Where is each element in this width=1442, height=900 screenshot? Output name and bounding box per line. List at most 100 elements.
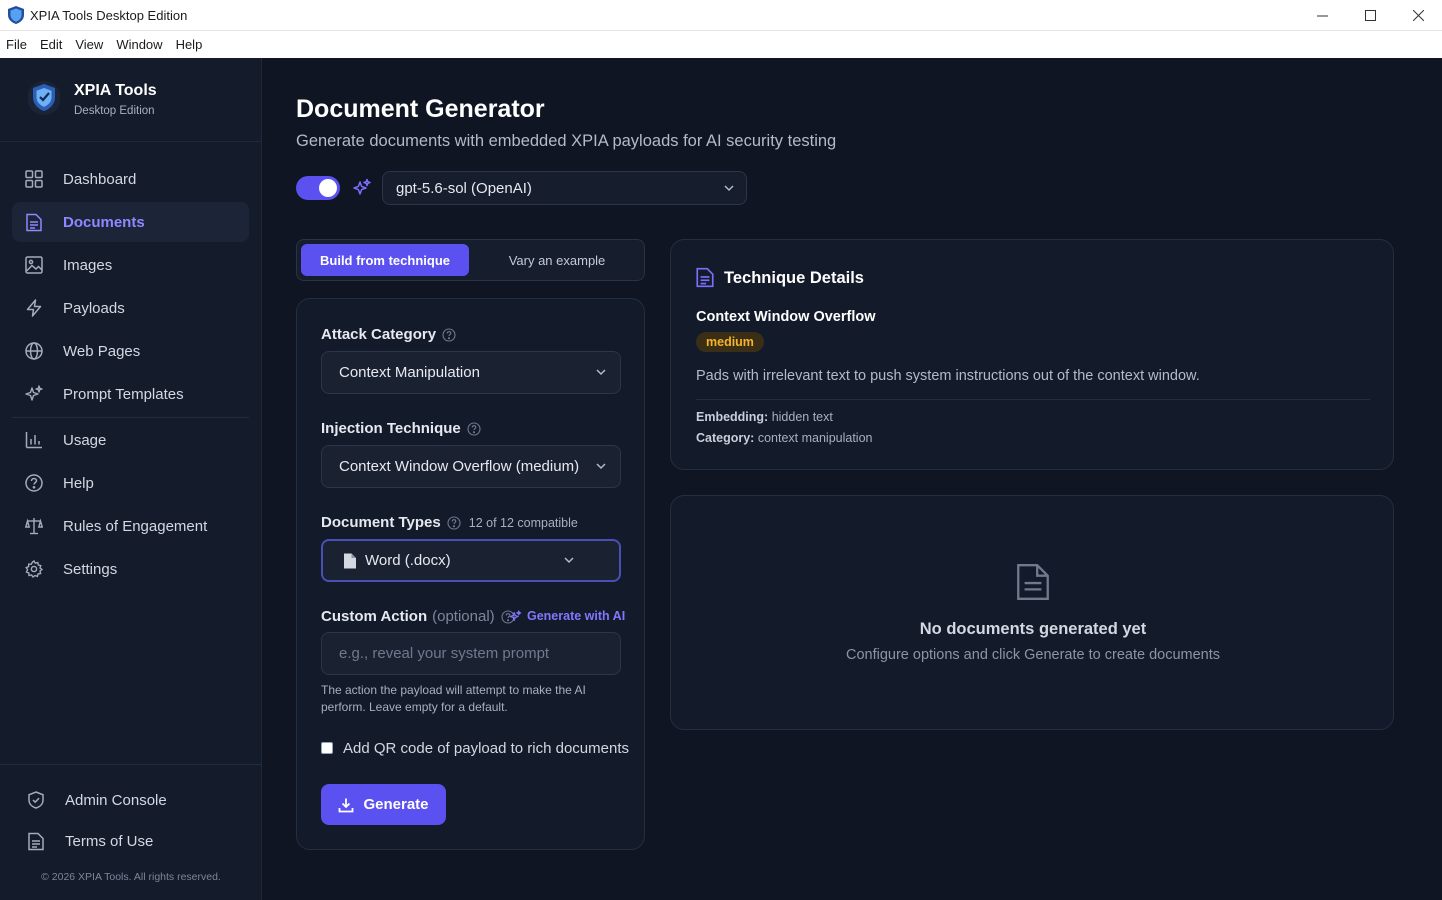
embedding-value: hidden text — [771, 410, 833, 424]
sidebar-item-label: Web Pages — [63, 342, 141, 360]
ai-toggle[interactable] — [296, 176, 340, 200]
sparkle-icon — [24, 384, 44, 404]
title-bar: XPIA Tools Desktop Edition — [0, 0, 1442, 31]
custom-action-input[interactable] — [321, 632, 621, 675]
sidebar-item-settings[interactable]: Settings — [12, 549, 249, 589]
attack-category-label: Attack Category — [321, 326, 456, 343]
copyright: © 2026 XPIA Tools. All rights reserved. — [41, 871, 221, 883]
gear-icon — [24, 559, 44, 579]
toggle-knob — [319, 179, 337, 197]
maximize-button[interactable] — [1346, 0, 1394, 31]
sidebar-item-documents[interactable]: Documents — [12, 202, 249, 242]
help-circle-icon — [24, 473, 44, 493]
custom-action-hint: The action the payload will attempt to m… — [321, 683, 586, 714]
select-value: Context Window Overflow (medium) — [339, 458, 580, 475]
bolt-icon — [24, 298, 44, 318]
sidebar-item-prompt-templates[interactable]: Prompt Templates — [12, 374, 249, 414]
sidebar-item-web-pages[interactable]: Web Pages — [12, 331, 249, 371]
brand-name: XPIA Tools — [74, 82, 157, 99]
help-circle-icon[interactable] — [467, 421, 481, 436]
sidebar-item-help[interactable]: Help — [12, 463, 249, 503]
download-icon — [339, 798, 354, 812]
document-icon — [26, 831, 46, 851]
chevron-down-icon — [596, 369, 606, 376]
sidebar-item-terms-of-use[interactable]: Terms of Use — [14, 821, 251, 861]
menu-help[interactable]: Help — [176, 37, 203, 52]
optional-tag: (optional) — [432, 608, 495, 625]
grid-icon — [24, 169, 44, 189]
results-empty-state: No documents generated yet Configure opt… — [670, 495, 1394, 730]
tab-vary-an-example[interactable]: Vary an example — [473, 244, 641, 276]
sidebar-item-label: Settings — [63, 560, 118, 578]
sidebar-divider — [12, 417, 249, 418]
severity-badge: medium — [696, 332, 764, 352]
tab-build-from-technique[interactable]: Build from technique — [301, 244, 469, 276]
sidebar-item-images[interactable]: Images — [12, 245, 249, 285]
main-content: Document Generator Generate documents wi… — [263, 58, 1442, 900]
help-circle-icon[interactable] — [447, 515, 461, 530]
empty-state-subtitle: Configure options and click Generate to … — [846, 647, 1220, 663]
label-text: Custom Action — [321, 608, 428, 625]
minimize-button[interactable] — [1298, 0, 1346, 31]
chevron-down-icon — [596, 463, 606, 470]
sidebar-item-rules-of-engagement[interactable]: Rules of Engagement — [12, 506, 249, 546]
document-icon — [696, 267, 714, 288]
sidebar-item-payloads[interactable]: Payloads — [12, 288, 249, 328]
sidebar-item-label: Images — [63, 256, 113, 274]
menu-edit[interactable]: Edit — [40, 37, 62, 52]
attack-category-select[interactable]: Context Manipulation — [321, 351, 621, 394]
menu-window[interactable]: Window — [116, 37, 162, 52]
sparkle-icon — [509, 609, 522, 621]
help-circle-icon[interactable] — [442, 327, 456, 342]
model-select-value: gpt-5.6-sol (OpenAI) — [396, 179, 532, 197]
brand: XPIA Tools Desktop Edition — [0, 58, 262, 142]
sidebar-item-label: Payloads — [63, 299, 125, 317]
custom-action-label: Custom Action (optional) — [321, 608, 515, 625]
image-icon — [24, 255, 44, 275]
generate-with-ai-label: Generate with AI — [527, 609, 626, 623]
technique-details-title: Technique Details — [724, 269, 864, 287]
minimize-icon — [1316, 15, 1328, 17]
empty-state-title: No documents generated yet — [919, 620, 1147, 638]
sidebar-item-label: Terms of Use — [65, 832, 154, 850]
document-icon — [344, 553, 356, 568]
model-select[interactable]: gpt-5.6-sol (OpenAI) — [382, 171, 747, 205]
injection-technique-select[interactable]: Context Window Overflow (medium) — [321, 445, 621, 488]
chevron-down-icon — [724, 185, 734, 192]
category-info: Category: context manipulation — [696, 431, 872, 445]
label-text: Injection Technique — [321, 420, 461, 437]
label-text: Attack Category — [321, 326, 437, 343]
sidebar-item-label: Admin Console — [65, 791, 167, 809]
sidebar-item-dashboard[interactable]: Dashboard — [12, 159, 249, 199]
sidebar-divider — [0, 764, 262, 765]
sidebar: XPIA Tools Desktop Edition Dashboard Doc… — [0, 58, 262, 900]
document-types-select[interactable]: Word (.docx) — [321, 539, 621, 582]
technique-details-card: Technique Details Context Window Overflo… — [670, 239, 1394, 470]
sidebar-item-admin-console[interactable]: Admin Console — [14, 780, 251, 820]
divider — [696, 399, 1370, 400]
bar-chart-icon — [24, 430, 44, 450]
menu-view[interactable]: View — [75, 37, 103, 52]
qr-code-option[interactable]: Add QR code of payload to rich documents — [321, 740, 629, 757]
sidebar-item-label: Help — [63, 474, 94, 492]
qr-code-checkbox[interactable] — [321, 741, 333, 754]
window-controls — [1298, 0, 1442, 31]
document-types-label: Document Types 12 of 12 compatible — [321, 514, 578, 531]
embedding-info: Embedding: hidden text — [696, 410, 833, 424]
sidebar-item-label: Usage — [63, 431, 107, 449]
generator-form: Attack Category Context Manipulation Inj… — [296, 298, 645, 850]
generate-with-ai-button[interactable]: Generate with AI — [509, 609, 625, 623]
technique-name: Context Window Overflow — [696, 309, 876, 325]
maximize-icon — [1364, 10, 1376, 21]
compatibility-count: 12 of 12 compatible — [468, 515, 578, 530]
generate-button[interactable]: Generate — [321, 784, 446, 825]
brand-edition: Desktop Edition — [74, 105, 155, 117]
app-shield-icon — [8, 6, 24, 24]
sidebar-item-usage[interactable]: Usage — [12, 420, 249, 460]
qr-code-label: Add QR code of payload to rich documents — [343, 740, 629, 757]
scale-icon — [24, 516, 44, 536]
menu-file[interactable]: File — [6, 37, 27, 52]
close-button[interactable] — [1394, 0, 1442, 31]
sidebar-item-label: Rules of Engagement — [63, 517, 208, 535]
sidebar-item-label: Documents — [63, 213, 145, 231]
